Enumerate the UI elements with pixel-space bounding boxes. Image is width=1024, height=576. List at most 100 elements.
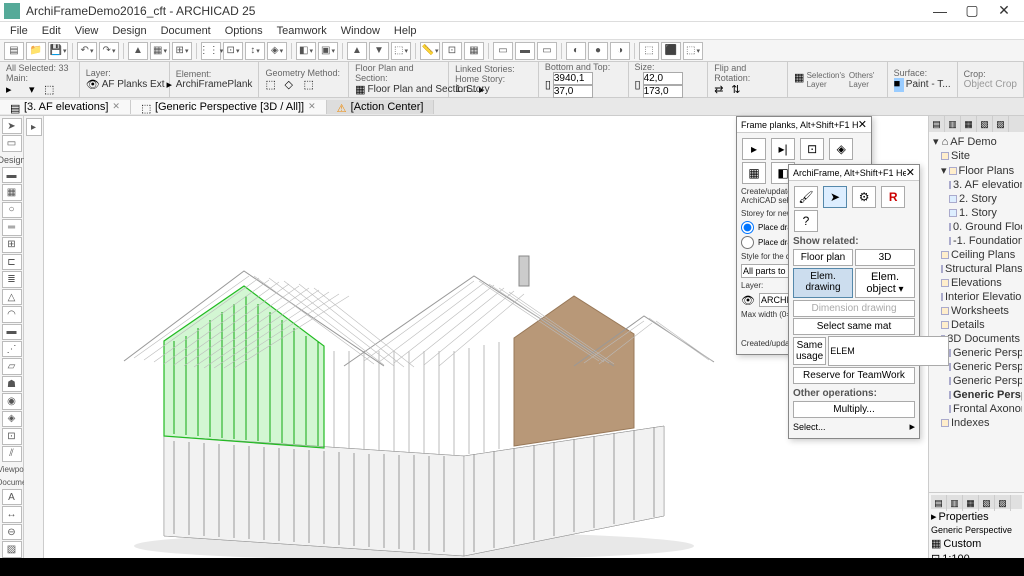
guides-tool[interactable]: ↕ [245, 42, 265, 60]
nav-tab-1[interactable]: ▤ [929, 116, 945, 132]
geo-1[interactable]: ⬚ [265, 78, 283, 92]
lamp-tool[interactable]: ◉ [2, 393, 22, 409]
minimize-button[interactable]: — [924, 1, 956, 21]
palette-close-icon[interactable]: ✕ [858, 118, 867, 131]
p2-reserve-button[interactable]: Reserve for TeamWork [793, 367, 915, 384]
tree-item[interactable]: Structural Plans [931, 262, 1022, 276]
tab-close-icon[interactable]: ✕ [112, 101, 120, 112]
p1-btn-4[interactable]: ◈ [829, 138, 853, 160]
prop-tab-4[interactable]: ▧ [979, 495, 995, 511]
beam-tool[interactable]: ═ [2, 219, 22, 235]
bt-input-1[interactable] [553, 72, 593, 85]
nav-tab-2[interactable]: ▥ [945, 116, 961, 132]
view-tool-1[interactable]: ◧ [296, 42, 316, 60]
surface-value[interactable]: Paint - T... [906, 79, 951, 90]
text-tool[interactable]: A [2, 489, 22, 505]
action-2[interactable]: ▼ [369, 42, 389, 60]
size-input-2[interactable] [643, 85, 683, 98]
flip-2[interactable]: ⇅ [731, 83, 747, 97]
tree-item[interactable]: Interior Elevations [931, 290, 1022, 304]
flip-1[interactable]: ⇄ [714, 83, 730, 97]
prop-tab-3[interactable]: ▦ [963, 495, 979, 511]
p1-btn-5[interactable]: ▦ [742, 162, 766, 184]
menu-view[interactable]: View [69, 24, 105, 38]
tree-item[interactable]: -1. Foundation [931, 234, 1022, 248]
fill-tool[interactable]: ▨ [2, 541, 22, 557]
grid-tool[interactable]: ⋮⋮ [201, 42, 221, 60]
opening-tool[interactable]: ⊡ [2, 428, 22, 444]
p1-btn-3[interactable]: ⊡ [800, 138, 824, 160]
trace-tool[interactable]: ◈ [267, 42, 287, 60]
tree-item[interactable]: Details [931, 318, 1022, 332]
arrow-tool[interactable]: ▲ [128, 42, 148, 60]
p2-same-mat-button[interactable]: Select same mat [793, 318, 915, 335]
morph-tool[interactable]: ◈ [2, 411, 22, 427]
sel-2[interactable]: ▾ [29, 83, 43, 97]
render-3[interactable]: ◑ [610, 42, 630, 60]
menu-design[interactable]: Design [106, 24, 152, 38]
p2-arrow-icon[interactable]: ➤ [823, 186, 847, 208]
p2-floorplan-button[interactable]: Floor plan [793, 249, 853, 266]
p2-multiply-button[interactable]: Multiply... [793, 401, 915, 418]
p1-radio-1[interactable] [741, 221, 754, 234]
nav-tab-3[interactable]: ▦ [961, 116, 977, 132]
chevron-right-icon[interactable]: ▸ [909, 420, 915, 433]
sel-1[interactable]: ▸ [6, 83, 28, 97]
door-tool[interactable]: ⊏ [2, 254, 22, 270]
roof-tool[interactable]: △ [2, 289, 22, 305]
sel-3[interactable]: ⬚ [44, 83, 66, 97]
marquee-tool[interactable]: ▭ [2, 135, 22, 151]
shell-tool[interactable]: ◠ [2, 306, 22, 322]
mode-3[interactable]: ▭ [537, 42, 557, 60]
undo-button[interactable]: ↶ [77, 42, 97, 60]
menu-edit[interactable]: Edit [36, 24, 67, 38]
nav-tab-5[interactable]: ▨ [993, 116, 1009, 132]
p2-elem-object-button[interactable]: Elem. object ▾ [855, 268, 915, 298]
tree-item[interactable]: Elevations [931, 276, 1022, 290]
mode-1[interactable]: ▭ [493, 42, 513, 60]
railing-tool[interactable]: ⫽ [2, 446, 22, 462]
tree-item[interactable]: 1. Story [931, 206, 1022, 220]
tool-drop-2[interactable]: ⊞ [172, 42, 192, 60]
palette-header[interactable]: Frame planks, Alt+Shift+F1 Help ✕ [737, 117, 871, 133]
p2-brush-icon[interactable]: 🖌 [794, 186, 818, 208]
tree-item[interactable]: Generic Perspective [931, 388, 1022, 402]
open-button[interactable]: 📁 [26, 42, 46, 60]
view-3d-3[interactable]: ⬚ [683, 42, 703, 60]
tool-x1[interactable]: ⊡ [442, 42, 462, 60]
render-2[interactable]: ● [588, 42, 608, 60]
arrow-tool[interactable]: ➤ [2, 118, 22, 134]
tree-item[interactable]: 0. Ground Floor [931, 220, 1022, 234]
curtain-tool[interactable]: ▦ [2, 184, 22, 200]
tree-item[interactable]: Site [931, 149, 1022, 163]
tree-item[interactable]: 3. AF elevations [931, 178, 1022, 192]
tree-item[interactable]: Frontal Axonometry [931, 402, 1022, 416]
p2-3d-button[interactable]: 3D [855, 249, 915, 266]
tree-item[interactable]: Worksheets [931, 304, 1022, 318]
new-button[interactable]: ▤ [4, 42, 24, 60]
p1-btn-2[interactable]: ▸| [771, 138, 795, 160]
render-1[interactable]: ◐ [566, 42, 586, 60]
geo-2[interactable]: ◇ [284, 78, 302, 92]
mode-2[interactable]: ▬ [515, 42, 535, 60]
close-button[interactable]: ✕ [988, 1, 1020, 21]
column-tool[interactable]: ○ [2, 202, 22, 218]
tree-item[interactable]: Ceiling Plans [931, 248, 1022, 262]
sel-layer-icon[interactable]: ▦ [794, 71, 805, 85]
tree-root[interactable]: ▾ ⌂AF Demo [931, 134, 1022, 149]
home-story-value[interactable]: 1. Story [455, 84, 532, 95]
prop-custom[interactable]: Custom [943, 538, 981, 550]
action-1[interactable]: ▲ [347, 42, 367, 60]
eye-icon[interactable]: 👁 [741, 294, 755, 307]
nav-tab-4[interactable]: ▧ [977, 116, 993, 132]
tab-perspective[interactable]: ⬚[Generic Perspective [3D / All]]✕ [131, 100, 327, 114]
fav-tool[interactable]: ▸ [26, 118, 42, 136]
prop-tab-5[interactable]: ▨ [995, 495, 1011, 511]
p2-same-usage-button[interactable]: Same usage [793, 337, 826, 365]
tree-item[interactable]: ▾ Floor Plans [931, 163, 1022, 178]
action-3[interactable]: ⬚ [391, 42, 411, 60]
redo-button[interactable]: ↷ [99, 42, 119, 60]
tree-item[interactable]: Indexes [931, 416, 1022, 430]
surf-icon[interactable]: ■ [894, 78, 904, 92]
tab-elevations[interactable]: ▤[3. AF elevations]✕ [0, 100, 131, 114]
